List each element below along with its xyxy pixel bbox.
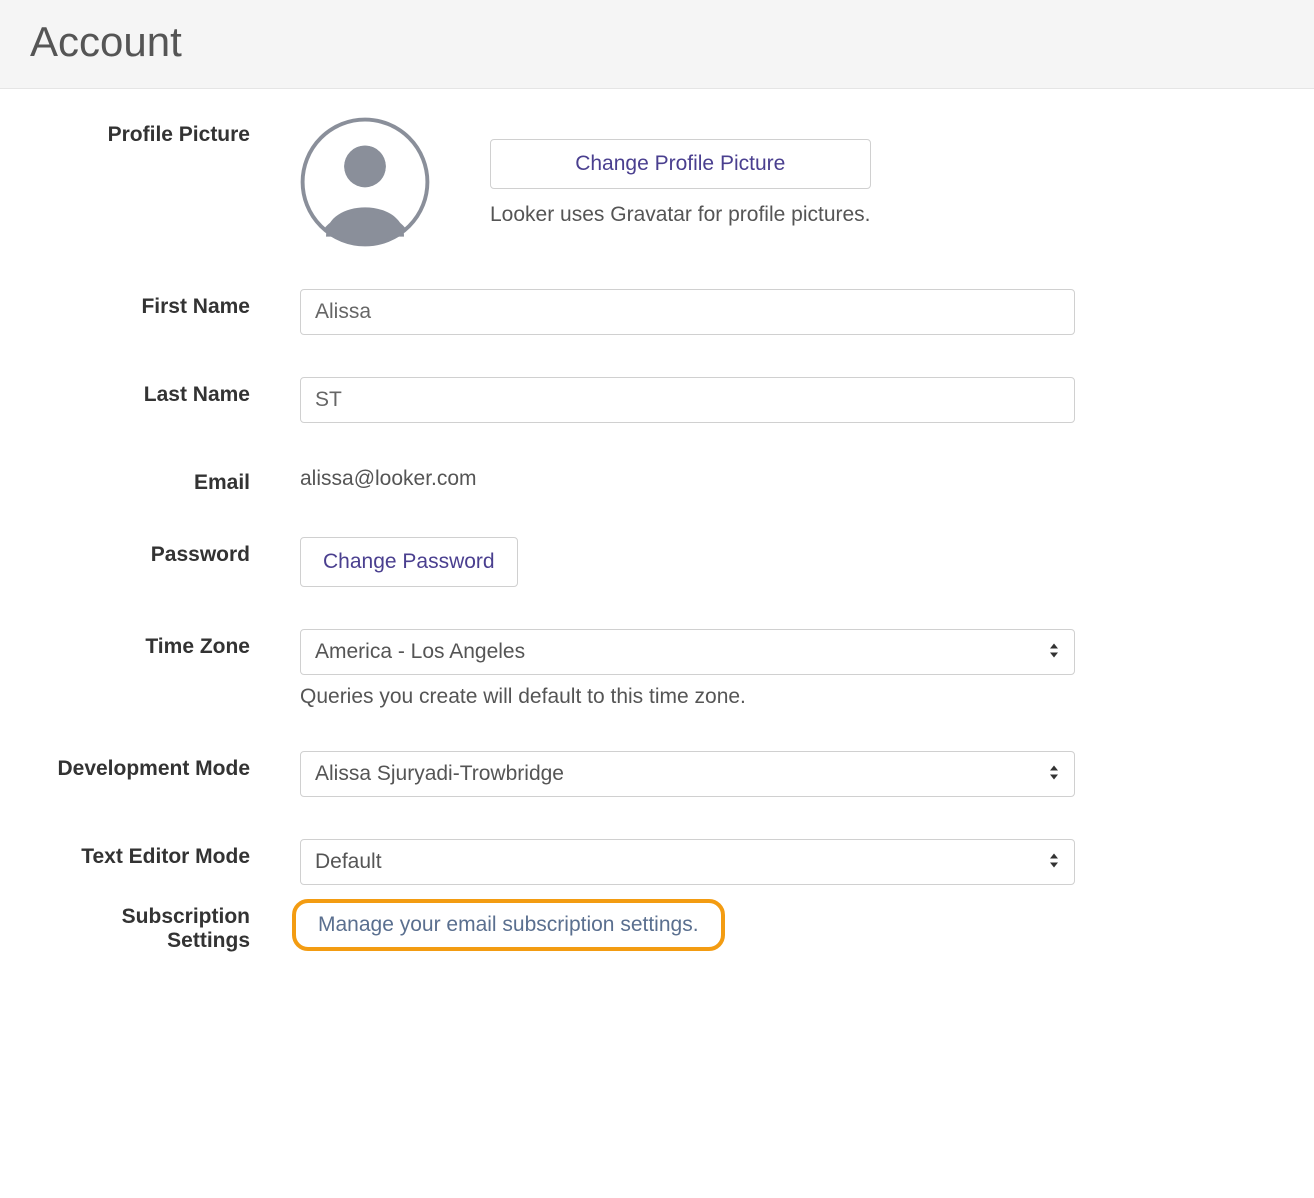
label-first-name: First Name <box>40 289 300 319</box>
label-text-editor-mode: Text Editor Mode <box>40 839 300 869</box>
label-password: Password <box>40 537 300 567</box>
change-profile-picture-button[interactable]: Change Profile Picture <box>490 139 871 189</box>
label-email: Email <box>40 465 300 495</box>
text-editor-mode-select[interactable]: Default <box>300 839 1075 885</box>
row-text-editor-mode: Text Editor Mode Default <box>40 839 1274 885</box>
first-name-input[interactable] <box>300 289 1075 335</box>
subscription-highlight: Manage your email subscription settings. <box>292 899 725 951</box>
time-zone-value: America - Los Angeles <box>315 640 525 664</box>
row-time-zone: Time Zone America - Los Angeles Queries … <box>40 629 1274 709</box>
time-zone-select[interactable]: America - Los Angeles <box>300 629 1075 675</box>
row-password: Password Change Password <box>40 537 1274 587</box>
manage-subscription-link[interactable]: Manage your email subscription settings. <box>318 913 699 936</box>
email-value: alissa@looker.com <box>300 465 1075 491</box>
row-profile-picture: Profile Picture Change Profile Picture <box>40 117 1274 247</box>
page-header: Account <box>0 0 1314 89</box>
row-last-name: Last Name <box>40 377 1274 423</box>
time-zone-helper: Queries you create will default to this … <box>300 685 1075 709</box>
row-email: Email alissa@looker.com <box>40 465 1274 495</box>
account-form: Profile Picture Change Profile Picture <box>0 89 1314 1035</box>
page-title: Account <box>30 18 1284 66</box>
label-subscription-settings: Subscription Settings <box>40 899 300 953</box>
development-mode-value: Alissa Sjuryadi-Trowbridge <box>315 762 564 786</box>
text-editor-mode-value: Default <box>315 850 382 874</box>
avatar-icon <box>300 117 430 247</box>
change-password-button[interactable]: Change Password <box>300 537 518 587</box>
label-profile-picture: Profile Picture <box>40 117 300 147</box>
development-mode-select[interactable]: Alissa Sjuryadi-Trowbridge <box>300 751 1075 797</box>
label-last-name: Last Name <box>40 377 300 407</box>
row-first-name: First Name <box>40 289 1274 335</box>
label-development-mode: Development Mode <box>40 751 300 781</box>
profile-picture-helper: Looker uses Gravatar for profile picture… <box>490 203 871 227</box>
row-subscription-settings: Subscription Settings Manage your email … <box>40 899 1274 953</box>
row-development-mode: Development Mode Alissa Sjuryadi-Trowbri… <box>40 751 1274 797</box>
label-time-zone: Time Zone <box>40 629 300 659</box>
last-name-input[interactable] <box>300 377 1075 423</box>
